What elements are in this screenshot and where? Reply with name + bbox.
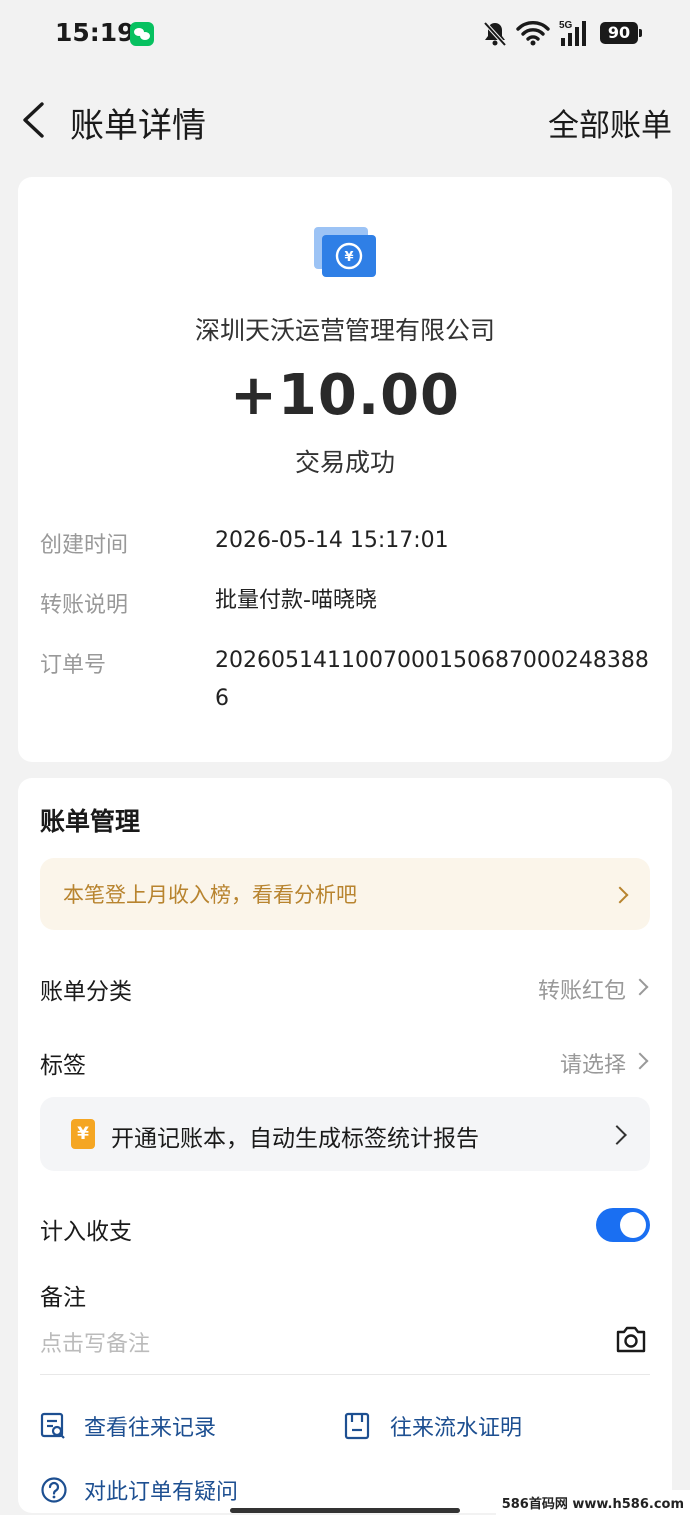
- network-label: 5G: [559, 20, 573, 31]
- bill-management-card: 账单管理 本笔登上月收入榜，看看分析吧 账单分类 转账红包 标签 请选择 ¥ 开…: [18, 778, 672, 1513]
- svg-text:¥: ¥: [344, 250, 353, 265]
- wifi-icon: [516, 21, 550, 46]
- home-indicator[interactable]: [230, 1508, 460, 1513]
- created-time-label: 创建时间: [40, 533, 129, 558]
- merchant-name: 深圳天沃运营管理有限公司: [194, 316, 495, 345]
- transaction-amount: +10.00: [229, 363, 461, 428]
- chevron-right-icon: [607, 1125, 627, 1145]
- ledger-promo-banner[interactable]: ¥ 开通记账本，自动生成标签统计报告: [40, 1097, 650, 1171]
- chevron-right-icon: [611, 886, 629, 904]
- order-number-label: 订单号: [40, 653, 107, 678]
- view-records-link[interactable]: 查看往来记录: [84, 1410, 216, 1442]
- divider: [40, 1374, 650, 1375]
- remark-label: 备注: [40, 1285, 86, 1311]
- question-icon: [41, 1477, 67, 1503]
- wechat-notification-icon: [130, 22, 154, 46]
- remark-input[interactable]: 点击写备注: [40, 1326, 150, 1358]
- created-time-value: 2026-05-14 15:17:01: [215, 528, 449, 553]
- camera-icon[interactable]: [614, 1324, 648, 1354]
- mute-bell-icon: [483, 21, 507, 47]
- category-value[interactable]: 转账红包: [538, 973, 626, 1005]
- order-question-link[interactable]: 对此订单有疑问: [84, 1474, 238, 1506]
- transfer-note-label: 转账说明: [40, 593, 129, 618]
- include-income-label: 计入收支: [40, 1219, 132, 1245]
- status-bar: 15:19 5G 90: [0, 0, 690, 70]
- status-time: 15:19: [55, 18, 135, 47]
- tag-label: 标签: [40, 1053, 86, 1079]
- ledger-icon: ¥: [71, 1119, 95, 1149]
- nav-bar: 账单详情 全部账单: [0, 88, 690, 152]
- chevron-right-icon: [631, 978, 649, 996]
- flow-proof-link[interactable]: 往来流水证明: [390, 1410, 522, 1442]
- transaction-status: 交易成功: [294, 448, 395, 477]
- tag-value[interactable]: 请选择: [560, 1047, 626, 1079]
- transfer-note-value: 批量付款-喵晓晓: [215, 588, 377, 613]
- include-income-toggle[interactable]: [596, 1208, 650, 1242]
- banner-text: 本笔登上月收入榜，看看分析吧: [63, 883, 357, 907]
- category-label: 账单分类: [40, 979, 132, 1005]
- page-title: 账单详情: [70, 106, 206, 146]
- proof-document-icon: [344, 1412, 370, 1440]
- battery-indicator: 90: [600, 22, 642, 44]
- order-number-value: 20260514110070001506870002483886: [215, 648, 649, 711]
- chevron-right-icon: [631, 1052, 649, 1070]
- all-bills-link[interactable]: 全部账单: [548, 100, 672, 145]
- watermark: 586首码网 www.h586.com: [495, 1490, 690, 1515]
- transaction-card: ¥ 深圳天沃运营管理有限公司 +10.00 交易成功 创建时间 2026-05-…: [18, 177, 672, 762]
- transfer-icon: ¥: [314, 227, 376, 277]
- back-arrow-icon[interactable]: [20, 102, 46, 138]
- section-title: 账单管理: [40, 807, 141, 836]
- promo-text: 开通记账本，自动生成标签统计报告: [111, 1126, 479, 1152]
- income-ranking-banner[interactable]: 本笔登上月收入榜，看看分析吧: [40, 858, 650, 930]
- signal-5g-icon: 5G: [559, 20, 586, 46]
- records-icon: [40, 1412, 65, 1439]
